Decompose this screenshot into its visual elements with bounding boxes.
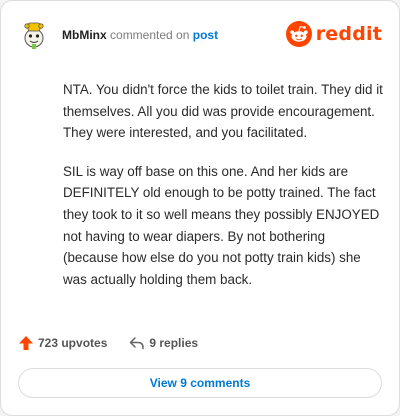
upvote-arrow-icon xyxy=(19,336,33,350)
byline: MbMinx commented on post xyxy=(62,27,218,43)
upvotes-button[interactable]: 723 upvotes xyxy=(18,335,107,351)
comment-header: MbMinx commented on post reddit xyxy=(18,18,382,54)
reddit-alien-icon xyxy=(285,21,312,47)
commented-on-text: commented on xyxy=(110,28,190,42)
comment-actions: 723 upvotes 9 replies xyxy=(18,333,220,353)
comment-paragraph: SIL is way off base on this one. And her… xyxy=(63,163,380,287)
reddit-logo[interactable]: reddit xyxy=(285,19,382,49)
username[interactable]: MbMinx xyxy=(62,28,107,42)
brand-name: reddit xyxy=(315,23,382,45)
comment-paragraph: NTA. You didn't force the kids to toilet… xyxy=(63,82,383,141)
replies-button[interactable]: 9 replies xyxy=(129,336,198,350)
comment-body: NTA. You didn't force the kids to toilet… xyxy=(63,79,383,307)
avatar-icon xyxy=(18,18,50,50)
reply-arrow-icon xyxy=(130,337,145,350)
post-link[interactable]: post xyxy=(193,28,218,42)
upvote-count: 723 upvotes xyxy=(38,336,108,350)
comment-card: MbMinx commented on post reddit NTA. You… xyxy=(0,0,400,416)
view-comments-button[interactable]: View 9 comments xyxy=(18,368,382,398)
reply-count: 9 replies xyxy=(149,336,199,350)
avatar[interactable] xyxy=(18,18,50,50)
